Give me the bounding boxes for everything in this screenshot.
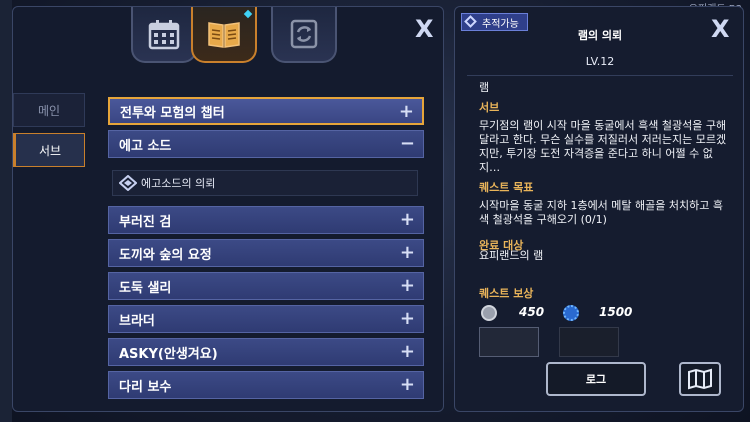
gear-crystal-icon — [563, 305, 579, 321]
chapter-label: 도끼와 숲의 요정 — [119, 247, 212, 263]
quest-list-panel: X 메인 서브 전투와 모험의 챕터 + 에고 소드 − 에고소드의 의뢰 부러… — [12, 6, 444, 412]
reward-item-slot[interactable] — [559, 327, 619, 357]
expand-icon: + — [399, 242, 415, 263]
quest-npc: 램 — [479, 81, 490, 94]
goal-text: 시작마을 동굴 지하 1층에서 메탈 해골을 처치하고 흑색 철광석을 구해오기… — [479, 199, 723, 226]
quest-level: LV.12 — [585, 55, 615, 68]
quest-diamond-icon — [119, 175, 137, 191]
tab-repeat[interactable] — [271, 7, 337, 63]
reward-crystal-value: 1500 — [599, 305, 633, 319]
quest-label: 에고소드의 의뢰 — [141, 177, 216, 190]
new-indicator-icon — [243, 9, 253, 19]
close-left-button[interactable]: X — [415, 15, 434, 43]
chapter-thief-sally[interactable]: 도둑 샐리 + — [108, 272, 424, 300]
background — [0, 0, 12, 422]
quest-category: 서브 — [479, 101, 500, 114]
calendar-icon — [148, 20, 180, 50]
expand-icon: + — [399, 209, 415, 230]
expand-icon: + — [398, 101, 414, 122]
goal-label: 퀘스트 목표 — [479, 181, 534, 194]
quest-detail-panel: 추적가능 램의 의뢰 X LV.12 램 서브 무기점의 램이 시작 마을 동굴… — [454, 6, 744, 412]
log-button[interactable]: 로그 — [546, 362, 646, 396]
reward-coin-value: 450 — [519, 305, 545, 319]
quest-description: 무기점의 램이 시작 마을 동굴에서 흑색 철광석을 구해달라고 한다. 무슨 … — [479, 119, 727, 174]
chapter-label: 에고 소드 — [119, 138, 172, 154]
chapter-asky[interactable]: ASKY(안생겨요) + — [108, 338, 424, 366]
chapter-brother[interactable]: 브라더 + — [108, 305, 424, 333]
reward-item-slot[interactable] — [479, 327, 539, 357]
target-text: 요피랜드의 램 — [479, 249, 544, 262]
expand-icon: + — [399, 341, 415, 362]
log-button-label: 로그 — [585, 373, 607, 386]
quest-title: 램의 의뢰 — [577, 29, 623, 42]
tab-quest-book[interactable] — [191, 7, 257, 63]
tab-calendar[interactable] — [131, 7, 197, 63]
reward-label: 퀘스트 보상 — [479, 287, 534, 300]
close-right-button[interactable]: X — [711, 15, 730, 43]
chapter-broken-sword[interactable]: 부러진 검 + — [108, 206, 424, 234]
chapter-label: 부러진 검 — [119, 214, 172, 230]
collapse-icon: − — [399, 133, 415, 154]
chapter-label: 도둑 샐리 — [119, 280, 172, 296]
map-button[interactable] — [679, 362, 721, 396]
book-icon — [208, 22, 240, 48]
chapter-label: 전투와 모험의 챕터 — [120, 105, 225, 121]
coin-icon — [481, 305, 497, 321]
chapter-label: 브라더 — [119, 313, 155, 329]
chapter-label: ASKY(안생겨요) — [119, 346, 218, 362]
chapter-axe-forest-fairy[interactable]: 도끼와 숲의 요정 + — [108, 239, 424, 267]
chapter-bridge-repair[interactable]: 다리 보수 + — [108, 371, 424, 399]
expand-icon: + — [399, 275, 415, 296]
chapter-battle-adventure[interactable]: 전투와 모험의 챕터 + — [108, 97, 424, 125]
refresh-icon — [290, 19, 318, 49]
map-icon — [688, 368, 712, 390]
chapter-label: 다리 보수 — [119, 379, 172, 395]
tab-sub[interactable]: 서브 — [13, 133, 85, 167]
quest-ego-sword-request[interactable]: 에고소드의 의뢰 — [112, 170, 418, 196]
chapter-ego-sword[interactable]: 에고 소드 − — [108, 130, 424, 158]
tab-main[interactable]: 메인 — [13, 93, 85, 127]
divider — [467, 75, 733, 76]
diamond-icon — [464, 15, 477, 28]
expand-icon: + — [399, 308, 415, 329]
expand-icon: + — [399, 374, 415, 395]
